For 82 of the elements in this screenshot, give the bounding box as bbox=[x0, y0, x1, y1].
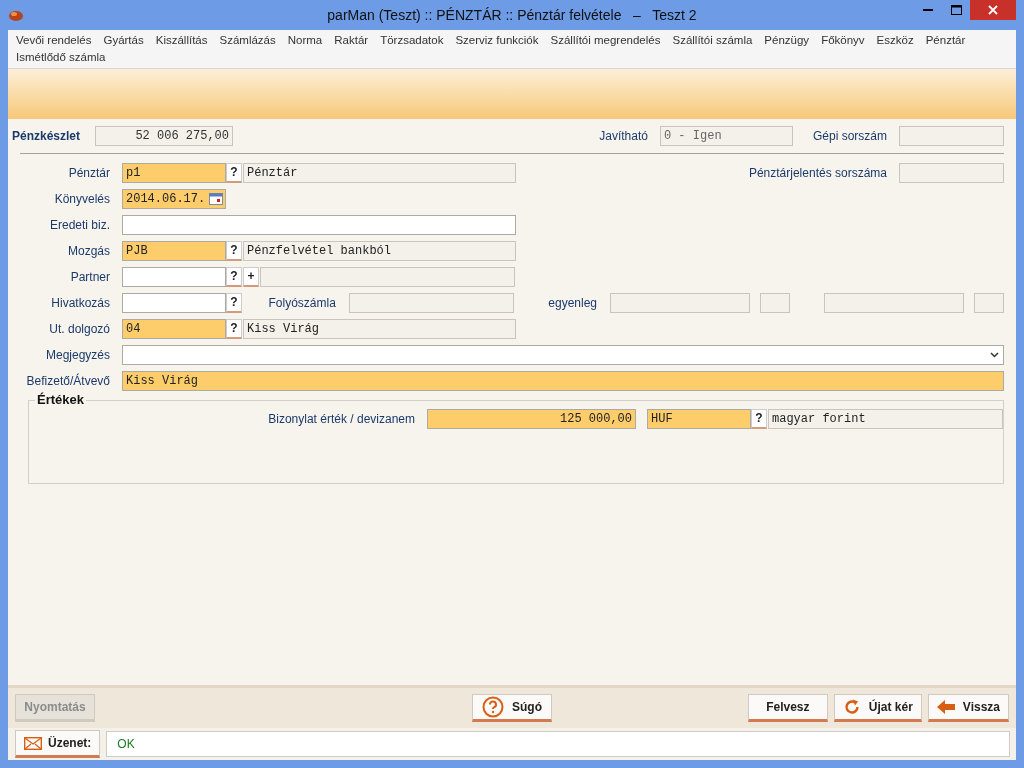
date-field[interactable]: 2014.06.17. bbox=[122, 189, 226, 209]
input-field[interactable] bbox=[122, 293, 226, 313]
field-label: Pénztár bbox=[67, 166, 110, 180]
lookup-button[interactable]: ? bbox=[226, 163, 242, 183]
help-icon bbox=[482, 696, 504, 718]
input-field[interactable]: Kiss Virág bbox=[122, 371, 1004, 391]
field-label: Ut. dolgozó bbox=[48, 322, 110, 336]
field-label: Javítható bbox=[599, 129, 648, 143]
menu-item[interactable]: Pénzügy bbox=[764, 32, 810, 49]
field-label: Könyvelés bbox=[53, 192, 110, 206]
menu-item[interactable]: Gyártás bbox=[103, 32, 144, 49]
lookup-button[interactable]: ? bbox=[226, 319, 242, 339]
menu-item[interactable]: Raktár bbox=[334, 32, 369, 49]
menu-item[interactable]: Számlázás bbox=[219, 32, 276, 49]
menu-item[interactable]: Törzsadatok bbox=[380, 32, 444, 49]
lookup-button[interactable]: ? bbox=[226, 241, 242, 261]
field-label: Befizető/Átvevő bbox=[25, 374, 110, 388]
field-label: Eredeti biz. bbox=[48, 218, 110, 232]
serial-field[interactable] bbox=[899, 126, 1004, 146]
menu-item[interactable]: Szállítói megrendelés bbox=[550, 32, 661, 49]
lookup-button[interactable]: ? bbox=[751, 409, 767, 429]
message-field: OK bbox=[106, 731, 1010, 757]
close-button[interactable] bbox=[970, 0, 1016, 20]
menu-item[interactable]: Szállítói számla bbox=[672, 32, 753, 49]
lookup-button[interactable]: ? bbox=[226, 267, 242, 287]
field-label: Folyószámla bbox=[267, 296, 336, 310]
field-label: Partner bbox=[69, 270, 110, 284]
calendar-icon[interactable] bbox=[209, 193, 223, 205]
menu-item[interactable]: Kiszállítás bbox=[155, 32, 208, 49]
chevron-down-icon bbox=[990, 352, 999, 358]
input-field[interactable]: PJB bbox=[122, 241, 226, 261]
input-field[interactable]: p1 bbox=[122, 163, 226, 183]
menu-item[interactable]: Eszköz bbox=[876, 32, 914, 49]
menu-item[interactable]: Szerviz funkciók bbox=[455, 32, 539, 49]
field-label: Megjegyzés bbox=[44, 348, 110, 362]
menu-item[interactable]: Ismétlődő számla bbox=[16, 49, 106, 66]
envelope-icon bbox=[24, 736, 42, 750]
field-label: Pénzkészlet bbox=[12, 129, 82, 143]
currency-name-field[interactable]: magyar forint bbox=[768, 409, 1003, 429]
lookup-button[interactable]: ? bbox=[226, 293, 242, 313]
menu-item[interactable]: Norma bbox=[287, 32, 323, 49]
currency-field[interactable] bbox=[760, 293, 790, 313]
window-title: parMan (Teszt) :: PÉNZTÁR :: Pénztár felvétele – Teszt 2 bbox=[326, 7, 698, 23]
refresh-button[interactable]: Újat kér bbox=[833, 694, 922, 722]
close-icon[interactable] bbox=[988, 5, 998, 15]
field-label: Bizonylat érték / devizanem bbox=[267, 412, 415, 426]
amount-field[interactable]: 125 000,00 bbox=[427, 409, 636, 429]
currency-code-field[interactable]: HUF bbox=[647, 409, 751, 429]
field-label: Pénztárjelentés sorszáma bbox=[748, 166, 887, 180]
arrow-left-icon bbox=[936, 700, 955, 714]
back-button[interactable]: Vissza bbox=[927, 694, 1009, 722]
balance-field[interactable] bbox=[610, 293, 750, 313]
message-button[interactable]: Üzenet: bbox=[15, 730, 101, 758]
description-field[interactable] bbox=[260, 267, 515, 287]
group-title: Értékek bbox=[35, 392, 86, 407]
help-button[interactable]: Súgó bbox=[472, 694, 552, 722]
editable-field[interactable]: 0 - Igen bbox=[659, 126, 793, 146]
field-label: Hivatkozás bbox=[50, 296, 110, 310]
description-field[interactable]: Pénzfelvétel bankból bbox=[243, 241, 516, 261]
menu-item[interactable]: Főkönyv bbox=[821, 32, 865, 49]
balance-field[interactable]: 52 006 275,00 bbox=[95, 126, 233, 146]
description-field[interactable]: Pénztár bbox=[243, 163, 516, 183]
balance-field[interactable] bbox=[824, 293, 964, 313]
refresh-icon bbox=[842, 698, 861, 716]
account-field[interactable] bbox=[348, 293, 514, 313]
maximize-icon[interactable] bbox=[950, 5, 962, 15]
app-icon bbox=[8, 8, 24, 22]
minimize-icon[interactable] bbox=[923, 9, 933, 11]
report-number-field[interactable] bbox=[899, 163, 1004, 183]
action-button[interactable]: Felvesz bbox=[747, 694, 828, 722]
currency-field[interactable] bbox=[974, 293, 1004, 313]
input-field[interactable]: 04 bbox=[122, 319, 226, 339]
dropdown-field[interactable] bbox=[122, 345, 1004, 365]
input-field[interactable] bbox=[122, 267, 226, 287]
add-button[interactable]: + bbox=[243, 267, 259, 287]
input-field[interactable] bbox=[122, 215, 516, 235]
field-label: Mozgás bbox=[66, 244, 110, 258]
menu-item[interactable]: Pénztár bbox=[925, 32, 966, 49]
menu-item[interactable]: Vevői rendelés bbox=[16, 32, 92, 49]
field-label: Gépi sorszám bbox=[812, 129, 887, 143]
field-label: egyenleg bbox=[547, 296, 597, 310]
description-field[interactable]: Kiss Virág bbox=[243, 319, 516, 339]
